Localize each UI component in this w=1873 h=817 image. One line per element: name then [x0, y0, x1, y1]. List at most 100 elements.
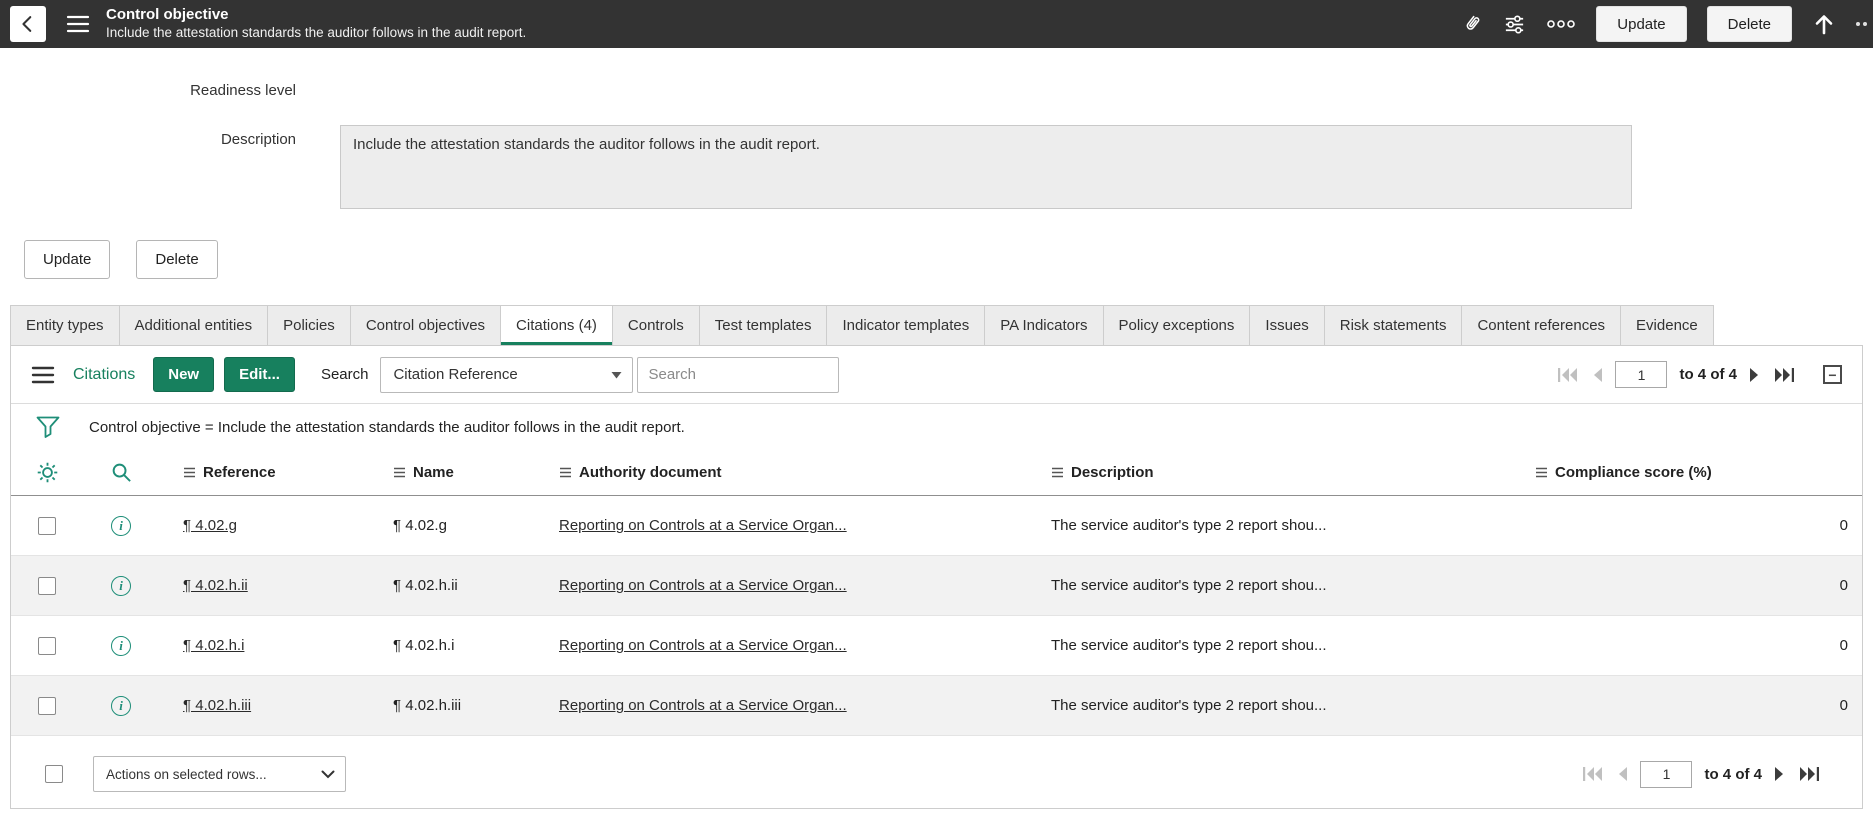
- form-delete-button[interactable]: Delete: [136, 240, 218, 279]
- info-icon[interactable]: i: [111, 515, 131, 536]
- page-title: Control objective: [106, 6, 229, 24]
- search-input[interactable]: [637, 356, 840, 393]
- name-cell: ¶ 4.02.h.ii: [393, 577, 458, 594]
- pagination-top: to 4 of 4 −: [1557, 361, 1842, 388]
- tab-controls[interactable]: Controls: [611, 305, 700, 345]
- column-handle-icon: [1535, 467, 1548, 478]
- compliance-score-cell: 0: [1839, 517, 1848, 534]
- authority-document-link[interactable]: Reporting on Controls at a Service Organ…: [559, 577, 847, 594]
- scroll-top-arrow-icon[interactable]: [1812, 12, 1836, 36]
- compliance-score-cell: 0: [1839, 637, 1848, 654]
- tab-indicator-templates[interactable]: Indicator templates: [826, 305, 986, 345]
- select-all-checkbox[interactable]: [45, 765, 63, 783]
- description-textarea[interactable]: Include the attestation standards the au…: [340, 125, 1632, 209]
- filter-funnel-icon[interactable]: [35, 415, 61, 439]
- topbar-actions: Update Delete: [1461, 6, 1867, 42]
- first-page-icon[interactable]: [1582, 766, 1603, 782]
- column-label: Reference: [203, 464, 276, 481]
- tab-control-objectives[interactable]: Control objectives: [349, 305, 502, 345]
- chevron-down-icon: [321, 770, 335, 779]
- back-button[interactable]: [10, 6, 46, 42]
- menu-hamburger-icon[interactable]: [66, 14, 90, 34]
- tab-entity-types[interactable]: Entity types: [10, 305, 120, 345]
- compliance-score-cell: 0: [1839, 697, 1848, 714]
- table-search-icon[interactable]: [83, 461, 159, 484]
- tab-content-references[interactable]: Content references: [1461, 305, 1622, 345]
- first-page-icon[interactable]: [1557, 367, 1578, 383]
- form-update-button[interactable]: Update: [24, 240, 111, 279]
- row-checkbox[interactable]: [38, 516, 56, 535]
- column-header-authority-document[interactable]: Authority document: [539, 464, 1031, 481]
- tab-pa-indicators[interactable]: PA Indicators: [984, 305, 1104, 345]
- readiness-level-value: [340, 76, 1873, 99]
- description-label: Description: [220, 131, 296, 148]
- panel-menu-hamburger-icon[interactable]: [31, 365, 55, 385]
- row-checkbox[interactable]: [38, 576, 56, 595]
- related-records-tabs: Entity types Additional entities Policie…: [10, 305, 1863, 346]
- topbar-update-button[interactable]: Update: [1596, 6, 1687, 42]
- tab-issues[interactable]: Issues: [1249, 305, 1325, 345]
- reference-link[interactable]: ¶ 4.02.h.i: [183, 637, 244, 654]
- edit-citation-button[interactable]: Edit...: [224, 357, 295, 392]
- column-handle-icon: [1051, 467, 1064, 478]
- page-number-input[interactable]: [1615, 361, 1668, 388]
- tab-risk-statements[interactable]: Risk statements: [1323, 305, 1463, 345]
- column-header-name[interactable]: Name: [373, 464, 539, 481]
- readiness-level-row: Readiness level: [0, 76, 1873, 99]
- authority-document-link[interactable]: Reporting on Controls at a Service Organ…: [559, 517, 847, 534]
- record-title-block: Control objective Include the attestatio…: [106, 6, 526, 42]
- authority-document-link[interactable]: Reporting on Controls at a Service Organ…: [559, 637, 847, 654]
- description-row: Description Include the attestation stan…: [0, 125, 1873, 214]
- column-label: Description: [1071, 464, 1154, 481]
- tab-evidence[interactable]: Evidence: [1620, 305, 1714, 345]
- reference-link[interactable]: ¶ 4.02.h.ii: [183, 577, 248, 594]
- sliders-filter-icon[interactable]: [1503, 13, 1526, 36]
- attachment-paperclip-icon[interactable]: [1461, 12, 1483, 36]
- bulk-actions-select[interactable]: Actions on selected rows...: [93, 756, 346, 792]
- next-page-icon[interactable]: [1774, 766, 1787, 782]
- citations-panel: Citations New Edit... Search Citation Re…: [10, 346, 1863, 809]
- active-filter-text: Control objective = Include the attestat…: [89, 418, 685, 436]
- next-page-icon[interactable]: [1749, 367, 1762, 383]
- search-field-select[interactable]: Citation Reference: [380, 356, 634, 393]
- compliance-score-cell: 0: [1839, 577, 1848, 594]
- previous-page-icon[interactable]: [1590, 367, 1603, 383]
- column-label: Authority document: [579, 464, 722, 481]
- row-checkbox[interactable]: [38, 696, 56, 715]
- last-page-icon[interactable]: [1799, 766, 1820, 782]
- column-header-compliance-score[interactable]: Compliance score (%): [1515, 464, 1862, 481]
- info-icon[interactable]: i: [111, 635, 131, 656]
- name-cell: ¶ 4.02.h.i: [393, 637, 455, 654]
- name-cell: ¶ 4.02.g: [393, 517, 447, 534]
- dropdown-arrow-icon: [611, 371, 622, 379]
- tab-policies[interactable]: Policies: [267, 305, 351, 345]
- info-icon[interactable]: i: [111, 695, 131, 716]
- reference-link[interactable]: ¶ 4.02.h.iii: [183, 697, 251, 714]
- last-page-icon[interactable]: [1774, 367, 1795, 383]
- new-citation-button[interactable]: New: [153, 357, 215, 392]
- collapse-panel-icon[interactable]: −: [1823, 365, 1842, 384]
- previous-page-icon[interactable]: [1615, 766, 1628, 782]
- citations-toolbar: Citations New Edit... Search Citation Re…: [11, 346, 1862, 404]
- reference-link[interactable]: ¶ 4.02.g: [183, 517, 237, 534]
- column-header-description[interactable]: Description: [1031, 464, 1515, 481]
- more-ellipsis-icon[interactable]: [1546, 19, 1576, 29]
- tab-citations[interactable]: Citations (4): [500, 305, 613, 345]
- tab-policy-exceptions[interactable]: Policy exceptions: [1102, 305, 1251, 345]
- readiness-level-label: Readiness level: [190, 82, 296, 99]
- column-handle-icon: [393, 467, 406, 478]
- table-settings-gear-icon[interactable]: [11, 461, 83, 484]
- bulk-actions-label: Actions on selected rows...: [106, 766, 267, 782]
- topbar-delete-button[interactable]: Delete: [1706, 6, 1792, 42]
- table-row: i ¶ 4.02.h.iii ¶ 4.02.h.iii Reporting on…: [11, 676, 1862, 736]
- info-icon[interactable]: i: [111, 575, 131, 596]
- tab-test-templates[interactable]: Test templates: [698, 305, 828, 345]
- authority-document-link[interactable]: Reporting on Controls at a Service Organ…: [559, 697, 847, 714]
- row-checkbox[interactable]: [38, 636, 56, 655]
- column-label: Name: [413, 464, 454, 481]
- page-number-input[interactable]: [1640, 760, 1693, 788]
- pagination-bottom: to 4 of 4: [1582, 760, 1820, 788]
- column-header-reference[interactable]: Reference: [159, 464, 373, 481]
- clipped-edge-icon[interactable]: [1856, 22, 1867, 26]
- tab-additional-entities[interactable]: Additional entities: [118, 305, 269, 345]
